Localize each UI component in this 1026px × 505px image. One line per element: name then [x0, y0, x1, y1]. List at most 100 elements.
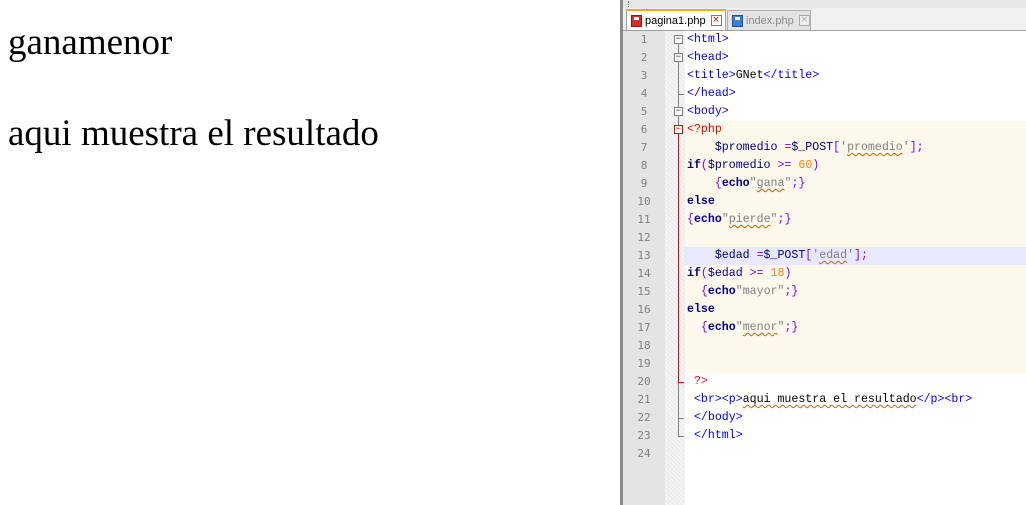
- fold-toggle-icon[interactable]: −: [674, 125, 683, 134]
- code-text: if($edad >= 18): [687, 265, 791, 283]
- output-text-paragraph: aqui muestra el resultado: [8, 113, 379, 154]
- code-token: <?php: [687, 123, 722, 136]
- line-number: 21: [637, 393, 651, 406]
- code-token: ': [847, 249, 855, 262]
- code-token: edad: [819, 249, 848, 262]
- code-token: >=: [749, 267, 764, 280]
- code-token: if: [687, 159, 701, 172]
- code-token: ;}: [791, 177, 806, 190]
- code-token: <html>: [687, 33, 729, 46]
- code-line[interactable]: 1 <html>: [623, 31, 1026, 49]
- code-text: </body>: [687, 409, 743, 427]
- tab-pagina1-php[interactable]: pagina1.php ×: [626, 9, 726, 30]
- code-line[interactable]: 6 <?php: [623, 121, 1026, 139]
- code-text: {echo"menor";}: [687, 319, 798, 337]
- code-text: else: [687, 193, 715, 211]
- line-number: 24: [637, 447, 651, 460]
- code-text: <html>: [687, 31, 729, 49]
- line-number: 19: [637, 357, 651, 370]
- line-number: 10: [637, 195, 651, 208]
- code-line[interactable]: 11 {echo"pierde";}: [623, 211, 1026, 229]
- code-token: ": [749, 177, 757, 190]
- code-token: echo: [693, 213, 722, 226]
- code-line[interactable]: 24: [623, 445, 1026, 463]
- code-token: $edad: [687, 249, 757, 262]
- code-token: promedio: [847, 141, 903, 154]
- fold-end-marker: [678, 94, 684, 95]
- code-text: <?php: [687, 121, 722, 139]
- code-line[interactable]: 19: [623, 355, 1026, 373]
- fold-toggle-icon[interactable]: −: [674, 107, 683, 116]
- code-token: (: [700, 159, 708, 172]
- tab-bar: pagina1.php × index.php ×: [623, 8, 1026, 31]
- code-line[interactable]: 12: [623, 229, 1026, 247]
- code-line[interactable]: 9 {echo"gana";}: [623, 175, 1026, 193]
- code-token: echo: [721, 177, 750, 190]
- code-token: ];: [854, 249, 868, 262]
- code-token: <head>: [687, 51, 729, 64]
- code-token: <br><p>: [687, 393, 743, 406]
- code-token: $_POST: [763, 249, 806, 262]
- code-text: {echo"mayor";}: [687, 283, 798, 301]
- line-number: 14: [637, 267, 651, 280]
- line-number: 18: [637, 339, 651, 352]
- code-line[interactable]: 14 if($edad >= 18): [623, 265, 1026, 283]
- code-line[interactable]: 5 <body>: [623, 103, 1026, 121]
- code-token: ;}: [784, 321, 799, 334]
- code-token: >=: [777, 159, 792, 172]
- file-saved-icon: [732, 14, 743, 27]
- line-number: 17: [637, 321, 651, 334]
- drag-grip-icon[interactable]: [628, 1, 631, 7]
- code-text: {echo"pierde";}: [687, 211, 791, 229]
- code-text: <br><p>aqui muestra el resultado</p><br>: [687, 391, 972, 409]
- code-line[interactable]: 15 {echo"mayor";}: [623, 283, 1026, 301]
- code-text: {echo"gana";}: [687, 175, 806, 193]
- code-token: ": [770, 213, 778, 226]
- code-token: pierde: [728, 213, 771, 226]
- code-line[interactable]: 10 else: [623, 193, 1026, 211]
- fold-toggle-icon[interactable]: −: [674, 53, 683, 62]
- code-text: $edad =$_POST['edad'];: [687, 247, 868, 265]
- code-token: else: [687, 195, 715, 208]
- code-line[interactable]: 21 <br><p>aqui muestra el resultado</p><…: [623, 391, 1026, 409]
- tab-index-php[interactable]: index.php ×: [727, 10, 811, 30]
- fold-toggle-icon[interactable]: −: [674, 35, 683, 44]
- code-token: (: [700, 267, 708, 280]
- line-number: 8: [640, 159, 648, 172]
- code-token: 60: [798, 159, 813, 172]
- fold-end-marker: [678, 382, 684, 383]
- close-icon[interactable]: ×: [798, 15, 810, 26]
- fold-end-marker: [678, 418, 684, 419]
- code-line[interactable]: 18: [623, 337, 1026, 355]
- code-token: $promedio: [707, 159, 778, 172]
- code-line[interactable]: 16 else: [623, 301, 1026, 319]
- code-token: <body>: [687, 105, 729, 118]
- code-token: ": [735, 321, 743, 334]
- code-text: if($promedio >= 60): [687, 157, 819, 175]
- close-icon[interactable]: ×: [710, 15, 722, 26]
- code-token: </body>: [687, 411, 743, 424]
- code-area[interactable]: 1 <html> 2 <head> 3 <title>GNet</title> 4 </hea…: [623, 31, 1026, 505]
- line-number: 9: [640, 177, 648, 190]
- code-line[interactable]: 2 <head>: [623, 49, 1026, 67]
- line-number: 1: [640, 33, 648, 46]
- code-token: 18: [770, 267, 785, 280]
- code-token: "mayor": [735, 285, 785, 298]
- code-token: ): [812, 159, 820, 172]
- code-line[interactable]: 8 if($promedio >= 60): [623, 157, 1026, 175]
- code-line[interactable]: 13 $edad =$_POST['edad'];: [623, 247, 1026, 265]
- line-number: 2: [640, 51, 648, 64]
- code-text: <head>: [687, 49, 729, 67]
- toolbar-strip: [623, 0, 1026, 8]
- code-editor-window: pagina1.php × index.php × 1 <html> 2 <head>…: [620, 0, 1026, 505]
- tab-label: pagina1.php: [645, 14, 706, 27]
- code-token: aqui muestra el resultado: [742, 393, 917, 406]
- code-token: </p><br>: [916, 393, 973, 406]
- code-line[interactable]: 17 {echo"menor";}: [623, 319, 1026, 337]
- code-line[interactable]: 7 $promedio =$_POST['promedio'];: [623, 139, 1026, 157]
- line-number: 13: [637, 249, 651, 262]
- code-line[interactable]: 3 <title>GNet</title>: [623, 67, 1026, 85]
